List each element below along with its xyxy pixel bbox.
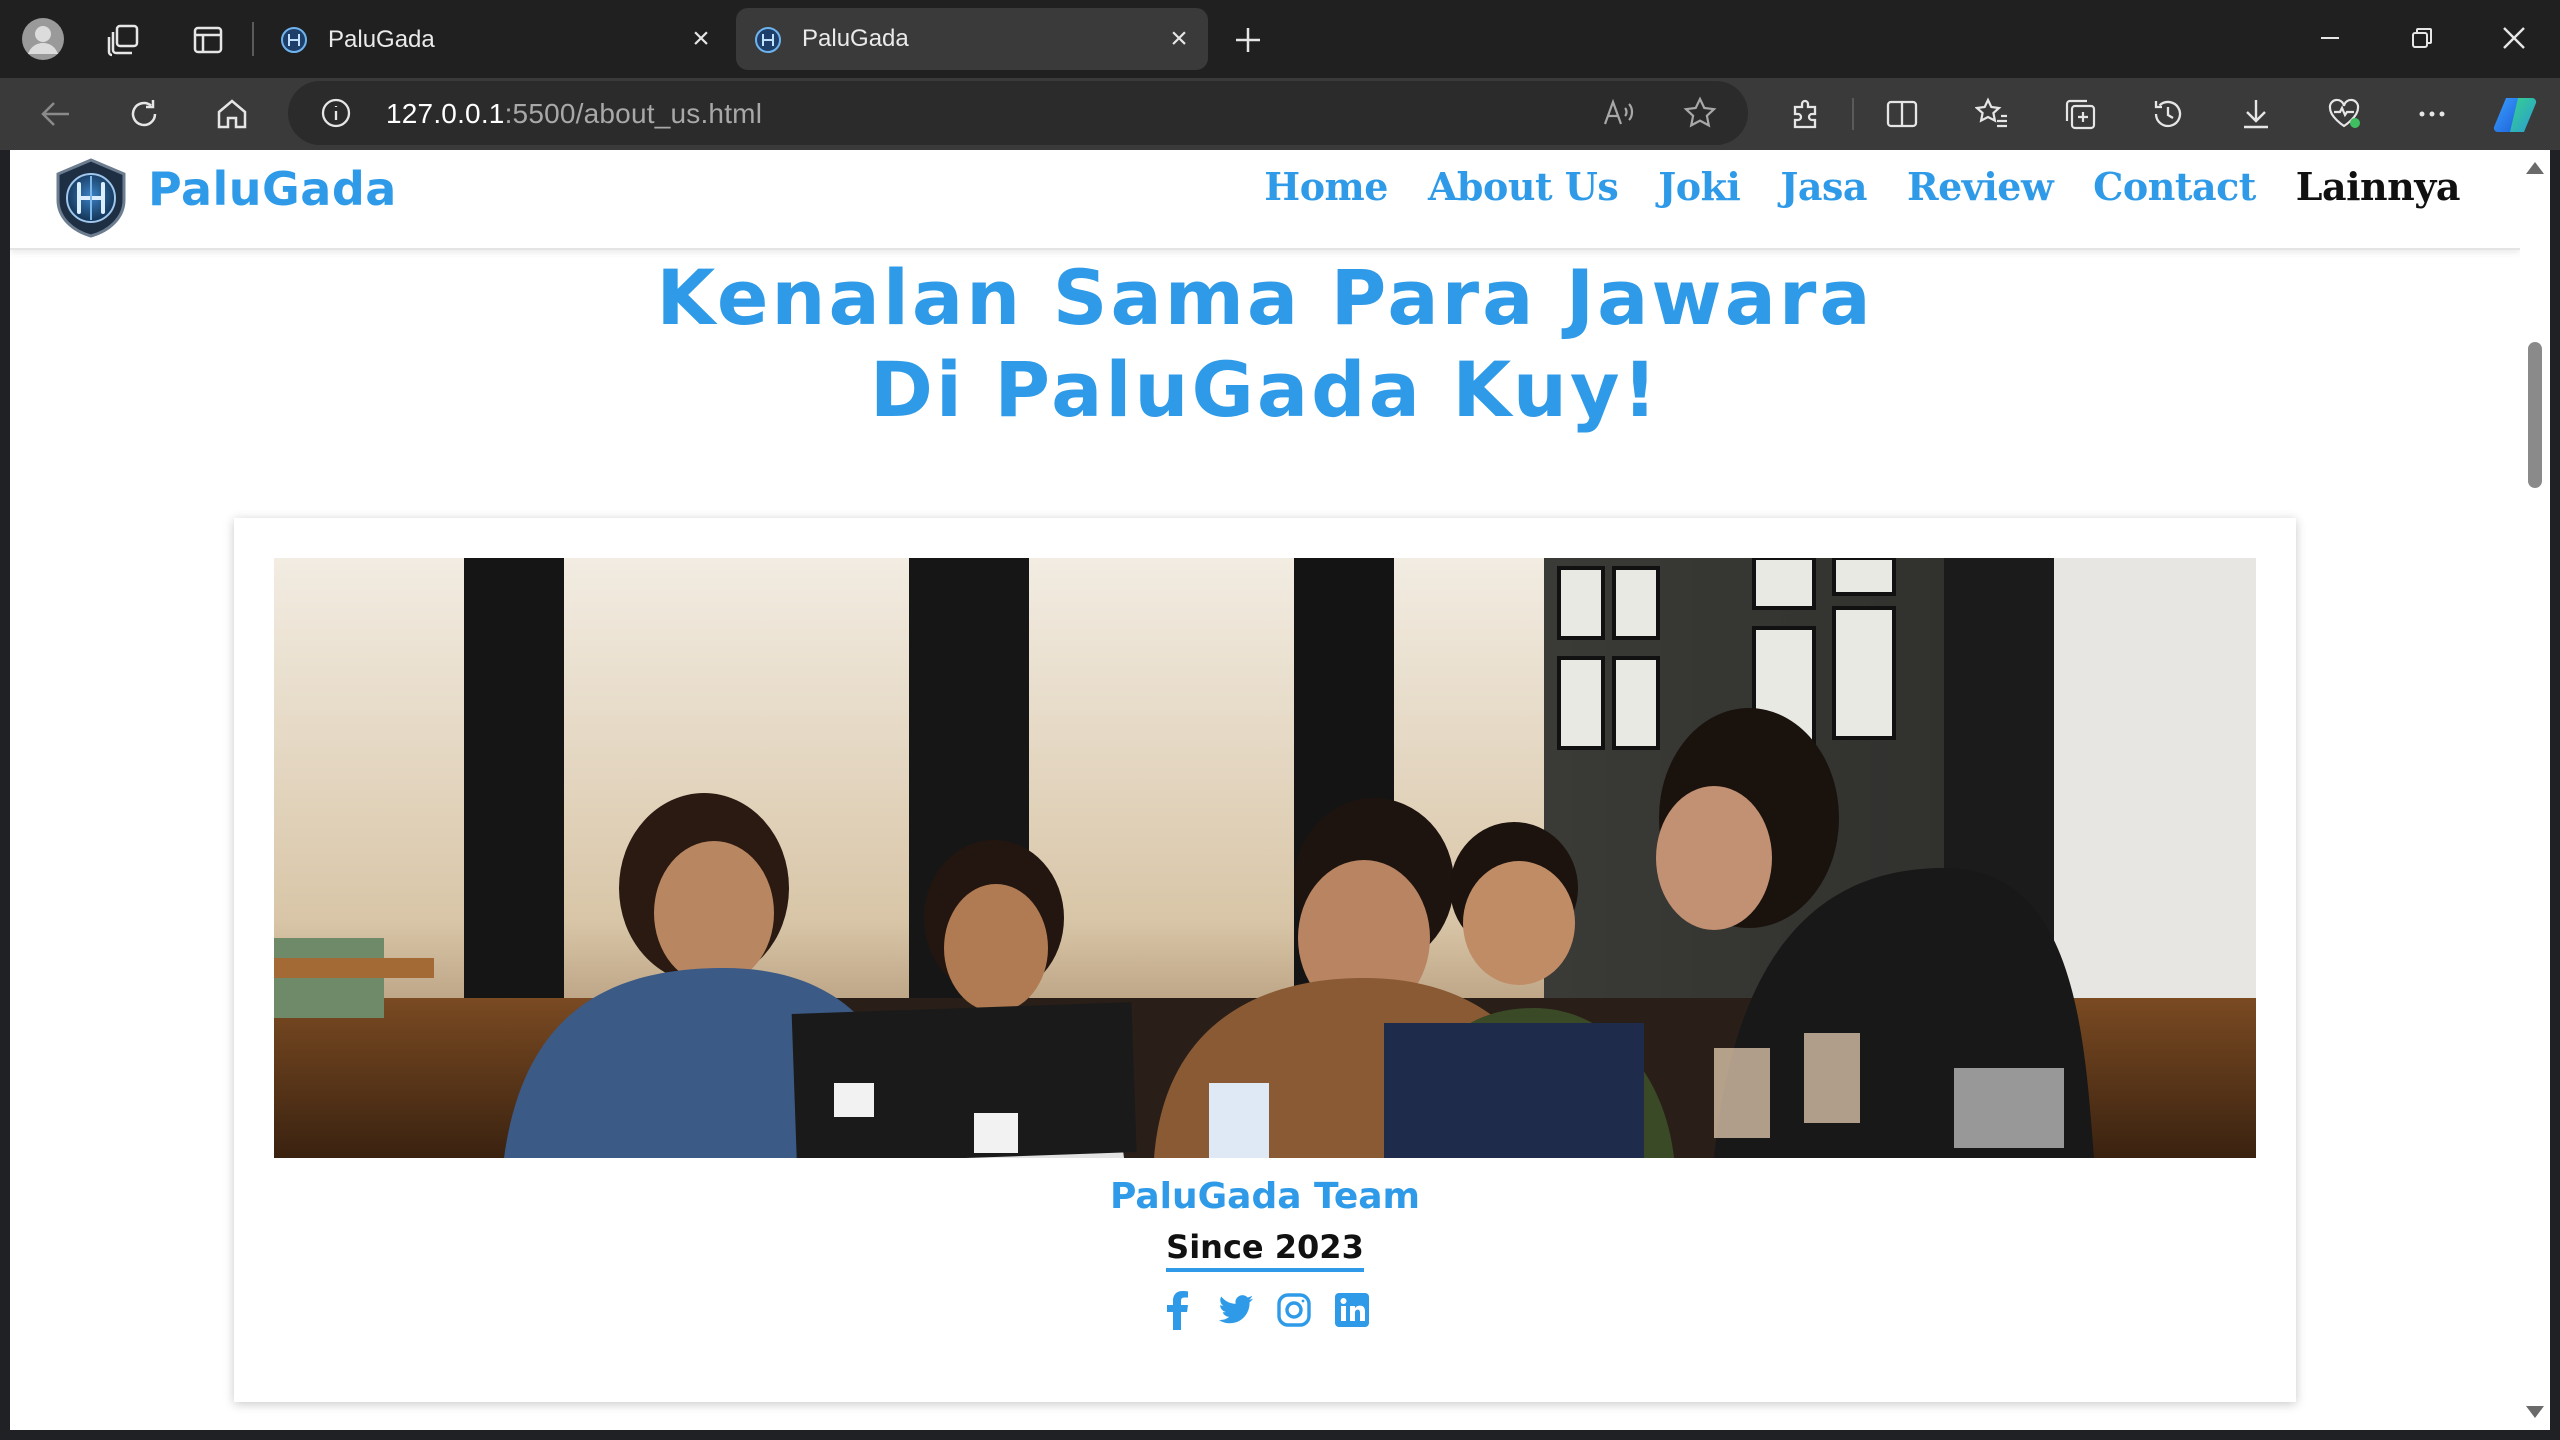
close-tab-icon[interactable]: ×: [1164, 24, 1194, 54]
toolbar-divider: [1852, 98, 1854, 130]
twitter-icon[interactable]: [1218, 1290, 1254, 1330]
nav-lainnya-dropdown[interactable]: Lainnya: [2296, 164, 2461, 209]
copilot-icon[interactable]: [2490, 90, 2540, 140]
tab-divider: [252, 22, 254, 56]
tab-actions-icon[interactable]: [188, 20, 228, 60]
nav-review[interactable]: Review: [1907, 164, 2054, 209]
since-year: Since 2023: [234, 1228, 2296, 1272]
instagram-icon[interactable]: [1276, 1290, 1312, 1330]
page-scrollbar[interactable]: [2520, 150, 2550, 1430]
url-path: :5500/about_us.html: [504, 98, 763, 129]
brand-name[interactable]: PaluGada: [148, 162, 397, 216]
nav-links: Home About Us Joki Jasa Review Contact L…: [1264, 164, 2460, 209]
tab-palugada-1[interactable]: PaluGada ×: [262, 8, 730, 72]
restore-icon[interactable]: [2402, 18, 2442, 58]
collections-icon[interactable]: [2060, 94, 2100, 134]
site-navbar: PaluGada Home About Us Joki Jasa Review …: [10, 150, 2520, 250]
minimize-icon[interactable]: [2310, 18, 2350, 58]
url-host: 127.0.0.1: [386, 98, 505, 129]
nav-jasa[interactable]: Jasa: [1780, 164, 1867, 209]
palugada-logo[interactable]: [52, 158, 130, 238]
back-icon[interactable]: [36, 94, 76, 134]
site-info-icon[interactable]: [318, 95, 354, 131]
nav-contact[interactable]: Contact: [2093, 164, 2256, 209]
close-tab-icon[interactable]: ×: [686, 24, 716, 54]
downloads-icon[interactable]: [2236, 94, 2276, 134]
split-screen-icon[interactable]: [1882, 94, 1922, 134]
since-text: Since 2023: [1166, 1228, 1364, 1272]
tab-strip: PaluGada × PaluGada ×: [0, 0, 2560, 78]
team-card: PaluGada Team Since 2023: [234, 518, 2296, 1402]
address-bar[interactable]: 127.0.0.1:5500/about_us.html: [288, 81, 1748, 145]
team-name: PaluGada Team: [1109, 1176, 1421, 1217]
more-options-icon[interactable]: [2412, 94, 2452, 134]
tab-title: PaluGada: [328, 26, 435, 53]
refresh-icon[interactable]: [124, 94, 164, 134]
scroll-thumb[interactable]: [2528, 342, 2542, 488]
close-window-icon[interactable]: [2494, 18, 2534, 58]
linkedin-icon[interactable]: [1334, 1290, 1370, 1330]
facebook-icon[interactable]: [1160, 1290, 1196, 1330]
nav-joki[interactable]: Joki: [1658, 164, 1741, 209]
nav-home[interactable]: Home: [1264, 164, 1388, 209]
social-links: [234, 1290, 2296, 1330]
profile-avatar[interactable]: [20, 16, 66, 62]
page-viewport: PaluGada Home About Us Joki Jasa Review …: [10, 150, 2520, 1430]
palugada-favicon-icon: [280, 26, 308, 54]
history-icon[interactable]: [2148, 94, 2188, 134]
favorite-star-icon[interactable]: [1680, 93, 1720, 133]
url-text[interactable]: 127.0.0.1:5500/about_us.html: [386, 98, 762, 130]
team-photo: [274, 558, 2256, 1158]
palugada-favicon-icon: [754, 26, 782, 54]
hero-title-line-2: Di PaluGada Kuy!: [869, 345, 1661, 434]
tab-palugada-2[interactable]: PaluGada ×: [736, 8, 1208, 70]
home-icon[interactable]: [212, 94, 252, 134]
workspaces-icon[interactable]: [104, 20, 144, 60]
browser-essentials-icon[interactable]: [2324, 94, 2364, 134]
favorites-icon[interactable]: [1972, 94, 2012, 134]
nav-about-us[interactable]: About Us: [1428, 164, 1619, 209]
new-tab-icon[interactable]: [1228, 20, 1268, 60]
read-aloud-icon[interactable]: [1598, 93, 1638, 133]
hero-title-line-1: Kenalan Sama Para Jawara: [656, 253, 1874, 342]
scroll-up-arrow-icon[interactable]: [2526, 162, 2544, 174]
browser-toolbar: 127.0.0.1:5500/about_us.html: [0, 78, 2560, 150]
scroll-down-arrow-icon[interactable]: [2526, 1406, 2544, 1418]
extensions-icon[interactable]: [1786, 94, 1826, 134]
tab-title: PaluGada: [802, 25, 909, 52]
